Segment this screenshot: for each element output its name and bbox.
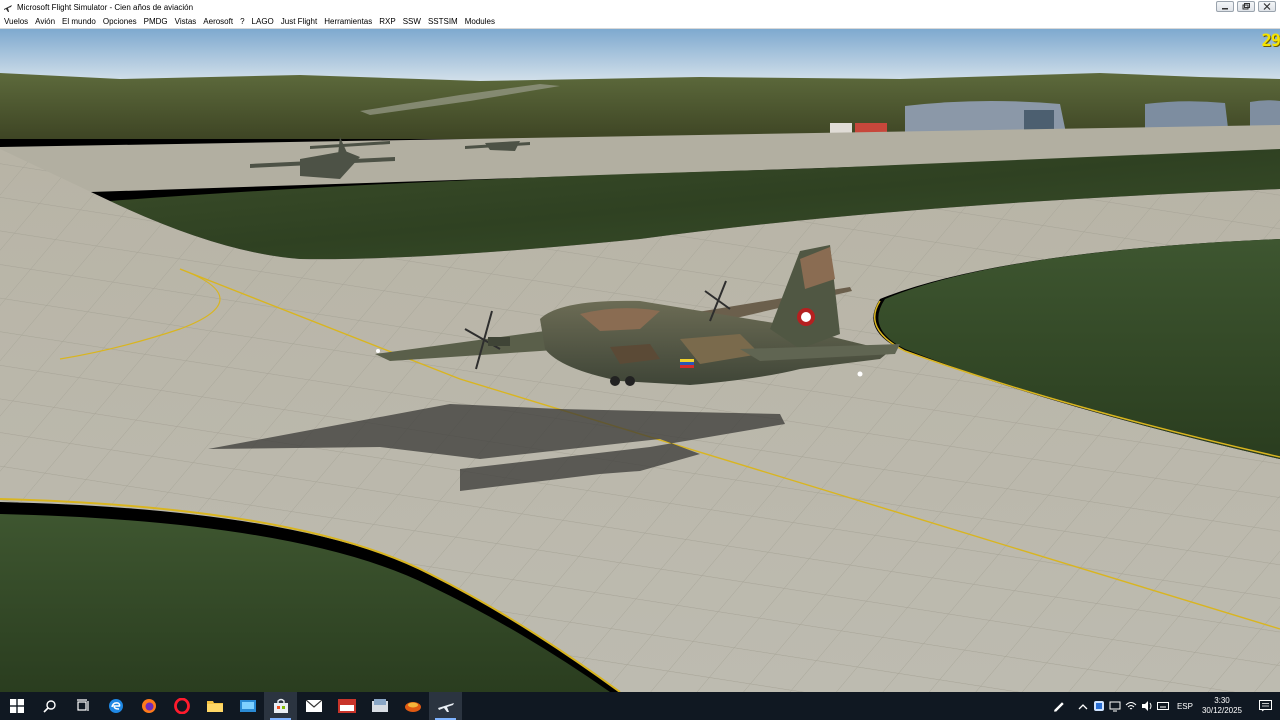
scene-render xyxy=(0,29,1280,692)
input-language[interactable]: ESP xyxy=(1177,702,1193,711)
search-icon xyxy=(42,700,56,713)
pen-icon xyxy=(1053,702,1064,712)
menu-item-avion[interactable]: Avión xyxy=(31,17,58,26)
system-tray: ESP 3:30 30/12/2025 xyxy=(1051,692,1280,720)
flight-simulator-button[interactable] xyxy=(429,692,462,720)
store-button[interactable] xyxy=(231,692,264,720)
pen-tray[interactable] xyxy=(1051,692,1067,720)
menu-item-lago[interactable]: LAGO xyxy=(248,17,277,26)
menu-item-herramientas[interactable]: Herramientas xyxy=(320,17,375,26)
title-bar: Microsoft Flight Simulator - Cien años d… xyxy=(0,0,1280,15)
fps-counter: 29 xyxy=(1261,31,1280,51)
window-controls xyxy=(1216,1,1276,12)
wifi-tray[interactable] xyxy=(1123,692,1139,720)
firefox-icon xyxy=(141,699,156,713)
volume-tray[interactable] xyxy=(1139,692,1155,720)
opera-icon xyxy=(173,698,190,714)
menu-item-opciones[interactable]: Opciones xyxy=(99,17,140,26)
menu-item-aerosoft[interactable]: Aerosoft xyxy=(199,17,236,26)
maximize-button[interactable] xyxy=(1237,1,1255,12)
network-tray[interactable] xyxy=(1107,692,1123,720)
search-button[interactable] xyxy=(33,692,66,720)
speaker-icon xyxy=(1141,701,1152,711)
app-red-button[interactable] xyxy=(330,692,363,720)
file-explorer-icon xyxy=(206,701,223,712)
edge-button[interactable] xyxy=(99,692,132,720)
menu-bar: Vuelos Avión El mundo Opciones PMDG Vist… xyxy=(0,15,1280,29)
clock-date: 30/12/2025 xyxy=(1201,706,1242,715)
app-orange-button[interactable] xyxy=(396,692,429,720)
task-view-button[interactable] xyxy=(66,692,99,720)
show-hidden-icons-button[interactable] xyxy=(1075,692,1091,720)
simulator-viewport[interactable] xyxy=(0,29,1280,692)
menu-item-el-mundo[interactable]: El mundo xyxy=(58,17,99,26)
menu-item-pmdg[interactable]: PMDG xyxy=(140,17,171,26)
opera-button[interactable] xyxy=(165,692,198,720)
app-blue-button[interactable] xyxy=(363,692,396,720)
close-button[interactable] xyxy=(1258,1,1276,12)
chevron-up-icon xyxy=(1078,704,1088,710)
notification-icon xyxy=(1258,700,1272,712)
keyboard-tray[interactable] xyxy=(1155,692,1171,720)
window-title: Microsoft Flight Simulator - Cien años d… xyxy=(17,3,194,12)
keyboard-icon xyxy=(1156,702,1169,710)
notification-center-button[interactable] xyxy=(1254,700,1276,712)
wifi-icon xyxy=(1125,702,1137,710)
minimize-icon xyxy=(1222,7,1228,9)
start-button[interactable] xyxy=(0,692,33,720)
task-view-icon xyxy=(76,699,89,711)
mail-button[interactable] xyxy=(297,692,330,720)
start-icon xyxy=(9,699,24,713)
menu-item-rxp[interactable]: RXP xyxy=(375,17,398,26)
edge-icon xyxy=(108,699,123,713)
menu-item-modules[interactable]: Modules xyxy=(461,17,498,26)
app-orange-icon xyxy=(404,702,421,712)
clock[interactable]: 3:30 30/12/2025 xyxy=(1202,696,1242,716)
menu-item-sstsim[interactable]: SSTSIM xyxy=(424,17,461,26)
onedrive-icon xyxy=(1093,701,1104,711)
menu-item-vuelos[interactable]: Vuelos xyxy=(0,17,31,26)
menu-item-just-flight[interactable]: Just Flight xyxy=(277,17,320,26)
network-icon xyxy=(1109,701,1121,712)
mail-icon xyxy=(305,700,322,712)
app-blue-icon xyxy=(371,699,388,712)
menu-item-vistas[interactable]: Vistas xyxy=(171,17,200,26)
file-explorer-button[interactable] xyxy=(198,692,231,720)
menu-item-help[interactable]: ? xyxy=(236,17,247,26)
shopping-bag-button[interactable] xyxy=(264,692,297,720)
store-icon xyxy=(239,700,256,712)
flight-simulator-icon xyxy=(437,703,454,712)
app-red-icon xyxy=(337,699,356,713)
minimize-button[interactable] xyxy=(1216,1,1234,12)
taskbar: ESP 3:30 30/12/2025 xyxy=(0,692,1280,720)
menu-item-ssw[interactable]: SSW xyxy=(399,17,424,26)
airplane-icon xyxy=(4,4,12,12)
restore-icon xyxy=(1242,3,1250,10)
clock-time: 3:30 xyxy=(1214,696,1230,705)
firefox-button[interactable] xyxy=(132,692,165,720)
shopping-bag-icon xyxy=(273,698,288,713)
onedrive-tray[interactable] xyxy=(1091,692,1107,720)
close-icon xyxy=(1263,3,1271,10)
